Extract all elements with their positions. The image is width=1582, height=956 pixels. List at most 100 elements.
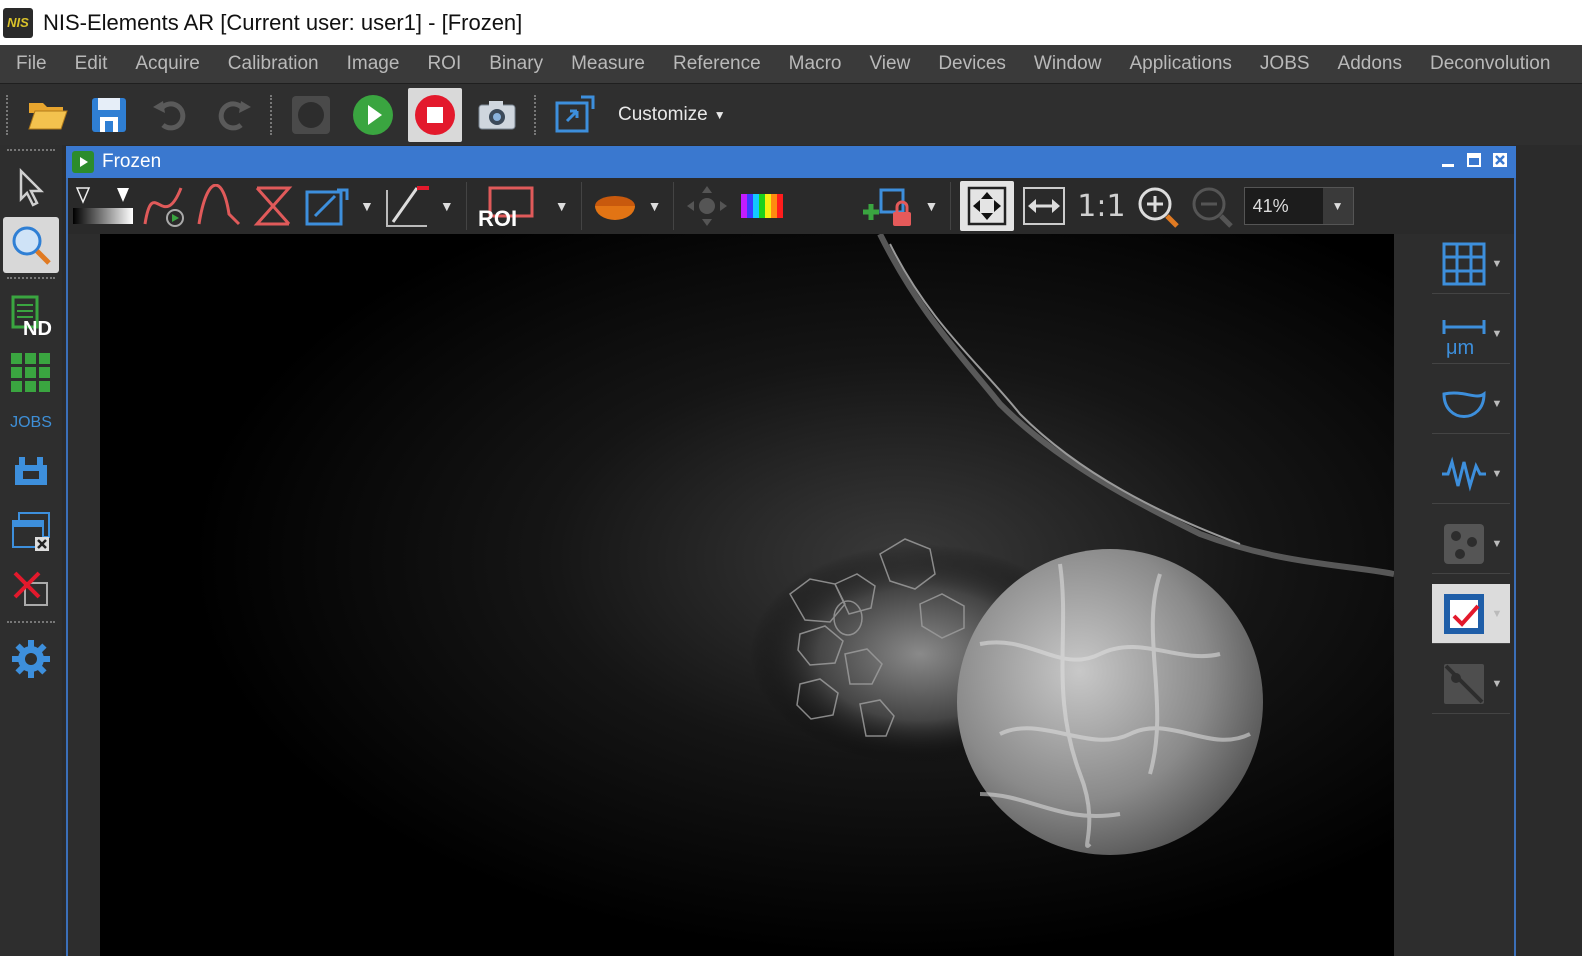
- remove-button[interactable]: [3, 561, 59, 617]
- zoom-tool-button[interactable]: [3, 217, 59, 273]
- microscope-image[interactable]: [100, 234, 1394, 956]
- menu-devices[interactable]: Devices: [924, 53, 1020, 75]
- chevron-down-icon[interactable]: ▼: [924, 198, 938, 214]
- chevron-down-icon[interactable]: ▼: [1492, 608, 1503, 620]
- menu-reference[interactable]: Reference: [659, 53, 775, 75]
- close-button[interactable]: [1490, 150, 1510, 170]
- annotation-shape-icon: [1442, 390, 1486, 418]
- menu-acquire[interactable]: Acquire: [121, 53, 213, 75]
- lut-curve-edit-button[interactable]: [195, 181, 243, 231]
- nd-acquisition-button[interactable]: ND: [3, 287, 59, 343]
- chevron-down-icon[interactable]: ▼: [1492, 538, 1503, 550]
- chevron-down-icon[interactable]: ▼: [1492, 678, 1503, 690]
- checked-layer-button[interactable]: ▼: [1432, 584, 1510, 644]
- settings-button[interactable]: [3, 631, 59, 687]
- line-profile-button[interactable]: [383, 181, 431, 231]
- close-windows-button[interactable]: [3, 503, 59, 559]
- menu-binary[interactable]: Binary: [475, 53, 557, 75]
- auto-scale-button[interactable]: [303, 181, 351, 231]
- chevron-down-icon[interactable]: ▼: [555, 198, 569, 214]
- jobs-button[interactable]: JOBS: [0, 403, 62, 443]
- toolbar-grip[interactable]: [270, 94, 274, 135]
- open-button[interactable]: [20, 88, 74, 142]
- redo-button[interactable]: [206, 88, 260, 142]
- menu-file[interactable]: File: [0, 53, 61, 75]
- menu-roi[interactable]: ROI: [413, 53, 475, 75]
- chevron-down-icon[interactable]: ▼: [1322, 188, 1353, 224]
- chevron-down-icon[interactable]: ▼: [360, 198, 374, 214]
- binary-layer-button[interactable]: ▼: [1432, 514, 1510, 574]
- chevron-down-icon[interactable]: ▼: [1492, 468, 1503, 480]
- menu-macro[interactable]: Macro: [775, 53, 856, 75]
- pointer-tool-button[interactable]: [3, 159, 59, 215]
- menu-window[interactable]: Window: [1020, 53, 1116, 75]
- minimize-button[interactable]: [1438, 150, 1458, 170]
- toolbar-grip[interactable]: [6, 94, 10, 135]
- lut-reset-button[interactable]: [249, 181, 297, 231]
- leftbar-grip[interactable]: [7, 621, 55, 625]
- stop-icon: [415, 94, 455, 135]
- zoom-out-button[interactable]: [1189, 181, 1237, 231]
- lut-curve-play-icon: [143, 187, 184, 227]
- scale-bar-button[interactable]: μm ▼: [1432, 304, 1510, 364]
- menu-calibration[interactable]: Calibration: [214, 53, 333, 75]
- menu-edit[interactable]: Edit: [61, 53, 122, 75]
- live-status-icon: [72, 151, 94, 173]
- lut-reset-icon: [253, 186, 293, 226]
- save-icon: [92, 97, 126, 132]
- undo-button[interactable]: [144, 88, 198, 142]
- channel-color-icon: [594, 196, 635, 220]
- intensity-profile-button[interactable]: ▼: [1432, 444, 1510, 504]
- document-title-bar[interactable]: Frozen: [66, 146, 1516, 178]
- separator: [465, 182, 467, 230]
- menu-jobs[interactable]: JOBS: [1246, 53, 1324, 75]
- leftbar-grip[interactable]: [7, 277, 55, 281]
- save-button[interactable]: [82, 88, 136, 142]
- maximize-button[interactable]: [1464, 150, 1484, 170]
- chevron-down-icon[interactable]: ▼: [648, 198, 662, 214]
- toolbar-grip[interactable]: [534, 94, 538, 135]
- hidden-layer-button[interactable]: ▼: [1432, 654, 1510, 714]
- redo-icon: [218, 100, 251, 130]
- chevron-down-icon: ▼: [713, 107, 726, 122]
- fluorescence-cell-image: [100, 234, 1394, 956]
- menu-measure[interactable]: Measure: [557, 53, 659, 75]
- export-button[interactable]: [548, 88, 602, 142]
- play-button[interactable]: [346, 88, 400, 142]
- fit-width-button[interactable]: [1020, 181, 1068, 231]
- zoom-one-to-one-button[interactable]: 1:1: [1071, 189, 1131, 224]
- capture-button[interactable]: [470, 88, 524, 142]
- live-off-button[interactable]: [284, 88, 338, 142]
- fit-to-screen-button[interactable]: [960, 181, 1015, 231]
- stop-button[interactable]: [408, 87, 462, 142]
- lut-curve-button[interactable]: [141, 181, 189, 231]
- spectrum-button[interactable]: [737, 181, 785, 231]
- lut-button[interactable]: [71, 181, 135, 231]
- grid-acquisition-button[interactable]: [3, 345, 59, 401]
- grid-overlay-button[interactable]: ▼: [1432, 234, 1510, 294]
- annotation-shape-button[interactable]: ▼: [1432, 374, 1510, 434]
- chevron-down-icon[interactable]: ▼: [1492, 398, 1503, 410]
- chevron-down-icon[interactable]: ▼: [440, 198, 454, 214]
- lut-curve-icon: [197, 184, 241, 226]
- channel-button[interactable]: [591, 181, 639, 231]
- add-lock-button[interactable]: [859, 181, 915, 231]
- roi-button[interactable]: ROI: [476, 181, 546, 231]
- menu-deconvolution[interactable]: Deconvolution: [1416, 53, 1564, 75]
- menu-image[interactable]: Image: [333, 53, 414, 75]
- right-layers-panel: ▼ μm ▼ ▼ ▼ ▼ ▼ ▼: [1426, 234, 1514, 956]
- pan-disabled-button[interactable]: [683, 181, 731, 231]
- svg-text:μm: μm: [1446, 337, 1474, 358]
- customize-button[interactable]: Customize ▼: [618, 104, 726, 126]
- leftbar-grip[interactable]: [7, 149, 55, 153]
- menu-addons[interactable]: Addons: [1324, 53, 1416, 75]
- devices-button[interactable]: [3, 445, 59, 501]
- chevron-down-icon[interactable]: ▼: [1492, 328, 1503, 340]
- chevron-down-icon[interactable]: ▼: [1492, 258, 1503, 270]
- title-bar: NIS NIS-Elements AR [Current user: user1…: [0, 0, 1582, 45]
- image-toolbar: ▼ ▼ ROI ▼ ▼ ▼ 1:1 41% ▼: [68, 178, 1514, 234]
- zoom-select[interactable]: 41% ▼: [1243, 187, 1354, 225]
- menu-view[interactable]: View: [855, 53, 924, 75]
- zoom-in-button[interactable]: [1135, 181, 1183, 231]
- menu-applications[interactable]: Applications: [1115, 53, 1245, 75]
